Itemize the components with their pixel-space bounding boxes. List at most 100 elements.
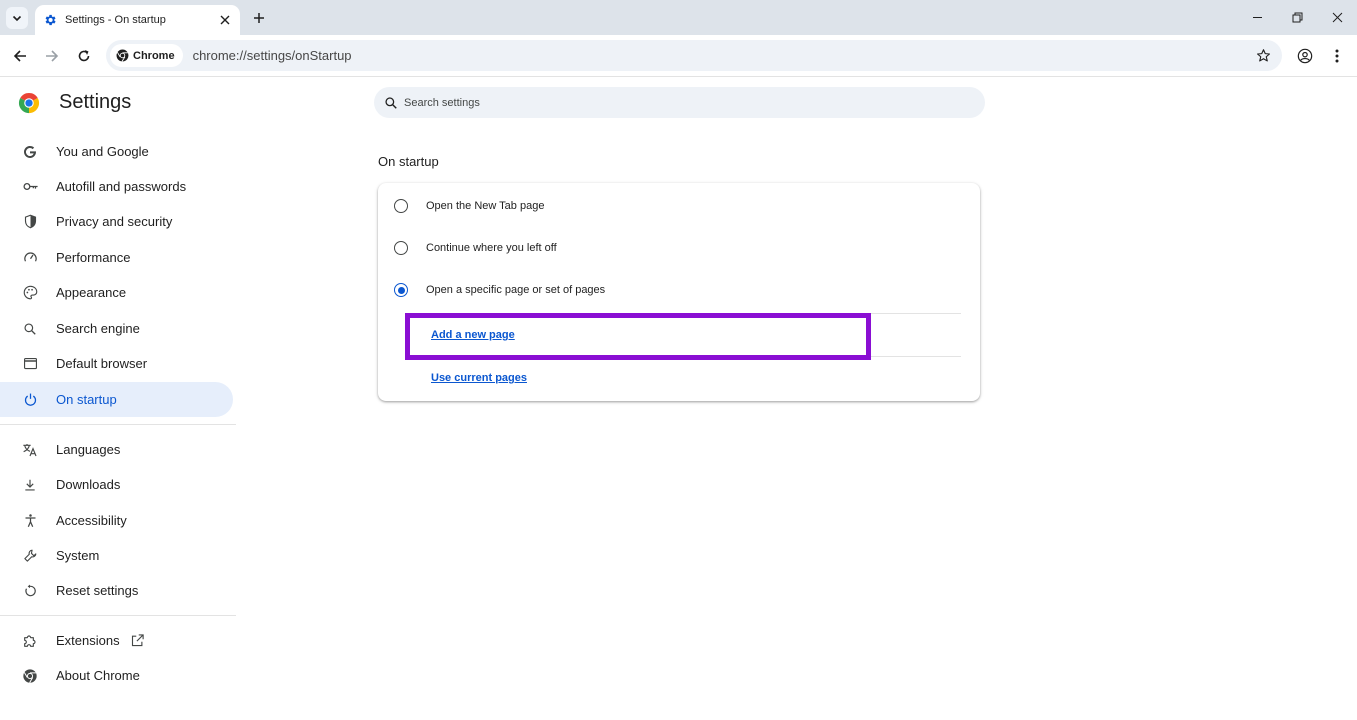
active-tab[interactable]: Settings - On startup (35, 5, 240, 35)
kebab-menu-icon (1335, 49, 1339, 63)
open-in-new-icon (130, 633, 145, 648)
sidebar-item-label: System (56, 548, 100, 563)
settings-search-box[interactable] (374, 87, 985, 118)
page-title: Settings (59, 91, 132, 113)
settings-sidebar: Settings You and Google Autofill and pas… (0, 77, 240, 720)
download-icon (21, 476, 39, 494)
sidebar-item-label: Extensions (56, 633, 120, 648)
tab-search-button[interactable] (6, 7, 28, 29)
sidebar-item-extensions[interactable]: Extensions (0, 623, 233, 658)
highlight-box (405, 313, 871, 360)
sidebar-item-you-and-google[interactable]: You and Google (0, 134, 233, 169)
arrow-right-icon (46, 50, 59, 62)
plus-icon (254, 13, 264, 23)
sidebar-item-label: On startup (56, 392, 117, 407)
sidebar-item-label: You and Google (56, 144, 149, 159)
menu-button[interactable] (1325, 44, 1349, 68)
radio-label: Continue where you left off (426, 242, 557, 254)
radio-label: Open the New Tab page (426, 200, 545, 212)
address-bar[interactable]: Chrome chrome://settings/onStartup (106, 40, 1282, 71)
translate-icon (21, 441, 39, 459)
wrench-icon (21, 547, 39, 565)
google-g-icon (21, 143, 39, 161)
sidebar-item-performance[interactable]: Performance (0, 240, 233, 275)
sidebar-item-about-chrome[interactable]: About Chrome (0, 658, 233, 693)
sidebar-divider (0, 424, 236, 425)
puzzle-icon (21, 632, 39, 650)
sidebar-item-on-startup[interactable]: On startup (0, 382, 233, 417)
sidebar-item-search-engine[interactable]: Search engine (0, 311, 233, 346)
sidebar-item-label: Search engine (56, 321, 140, 336)
key-icon (21, 178, 39, 196)
restore-icon (1292, 12, 1302, 22)
new-tab-button[interactable] (248, 7, 270, 29)
reset-icon (21, 582, 39, 600)
sidebar-item-label: Performance (56, 250, 131, 265)
sidebar-item-downloads[interactable]: Downloads (0, 467, 233, 502)
radio-option-specific-pages[interactable]: Open a specific page or set of pages (394, 275, 964, 305)
radio-option-continue[interactable]: Continue where you left off (394, 233, 964, 263)
site-info-chip[interactable]: Chrome (110, 44, 183, 67)
sidebar-item-label: Reset settings (56, 583, 139, 598)
sidebar-item-autofill[interactable]: Autofill and passwords (0, 169, 233, 204)
sidebar-item-accessibility[interactable]: Accessibility (0, 503, 233, 538)
star-icon (1256, 49, 1270, 62)
tab-title: Settings - On startup (65, 14, 166, 26)
palette-icon (21, 284, 39, 302)
sidebar-item-label: Downloads (56, 477, 121, 492)
tab-strip: Settings - On startup (0, 0, 1357, 35)
browser-window-icon (21, 355, 39, 373)
sidebar-divider (0, 615, 236, 616)
chip-label: Chrome (133, 49, 175, 62)
sidebar-item-label: Accessibility (56, 513, 127, 528)
power-icon (21, 391, 39, 409)
window-close-button[interactable] (1323, 4, 1351, 30)
sidebar-item-default-browser[interactable]: Default browser (0, 346, 233, 381)
sidebar-item-reset[interactable]: Reset settings (0, 573, 233, 608)
sidebar-item-privacy[interactable]: Privacy and security (0, 204, 233, 239)
sidebar-item-label: About Chrome (56, 668, 140, 683)
speedometer-icon (21, 249, 39, 267)
section-title: On startup (378, 154, 439, 169)
minimize-icon (1252, 16, 1262, 18)
settings-header: Settings (18, 91, 131, 114)
reload-icon (78, 50, 90, 62)
sidebar-item-label: Autofill and passwords (56, 179, 187, 194)
radio-button[interactable] (394, 241, 408, 255)
reload-button[interactable] (72, 44, 96, 68)
sidebar-item-appearance[interactable]: Appearance (0, 275, 233, 310)
sidebar-item-system[interactable]: System (0, 538, 233, 573)
sidebar-item-label: Default browser (56, 356, 148, 371)
sidebar-item-label: Languages (56, 442, 121, 457)
close-icon (1332, 12, 1342, 22)
radio-button-selected[interactable] (394, 283, 408, 297)
radio-option-new-tab[interactable]: Open the New Tab page (394, 191, 964, 221)
radio-label: Open a specific page or set of pages (426, 284, 606, 296)
forward-button[interactable] (40, 44, 64, 68)
arrow-left-icon (13, 50, 26, 62)
sidebar-item-label: Appearance (56, 285, 127, 300)
profile-button[interactable] (1293, 44, 1317, 68)
radio-button[interactable] (394, 199, 408, 213)
search-input[interactable] (404, 96, 944, 109)
minimize-button[interactable] (1243, 4, 1271, 30)
accessibility-icon (21, 512, 39, 530)
chevron-down-icon (12, 15, 22, 22)
search-icon (385, 96, 397, 109)
sidebar-item-languages[interactable]: Languages (0, 432, 233, 467)
profile-icon (1297, 48, 1313, 64)
use-current-pages-link[interactable]: Use current pages (431, 372, 527, 384)
back-button[interactable] (8, 44, 32, 68)
url-text[interactable]: chrome://settings/onStartup (193, 48, 1250, 63)
tab-close-button[interactable] (216, 11, 234, 29)
shield-icon (21, 213, 39, 231)
sidebar-item-label: Privacy and security (56, 214, 173, 229)
gear-icon (45, 14, 56, 26)
restore-button[interactable] (1283, 4, 1311, 30)
browser-toolbar: Chrome chrome://settings/onStartup (0, 35, 1357, 77)
chrome-logo-icon (18, 92, 40, 113)
bookmark-button[interactable] (1250, 43, 1276, 69)
chrome-icon (116, 49, 129, 62)
close-icon (220, 15, 230, 25)
startup-options-card: Open the New Tab page Continue where you… (378, 183, 980, 401)
